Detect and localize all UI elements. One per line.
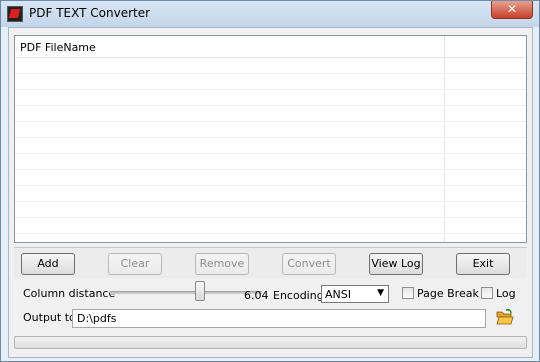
encoding-label: Encoding: [273, 289, 324, 302]
exit-button[interactable]: Exit: [456, 253, 510, 275]
encoding-selected-value: ANSI: [325, 288, 351, 301]
view-log-button[interactable]: View Log: [369, 253, 423, 275]
file-list[interactable]: PDF FileName: [14, 35, 527, 243]
row-gridline: [15, 217, 526, 218]
row-gridline: [15, 153, 526, 154]
button-bar: Add Clear Remove Convert View Log Exit: [14, 247, 527, 278]
row-gridline: [15, 105, 526, 106]
title-bar[interactable]: PDF TEXT Converter ✕: [1, 1, 539, 27]
page-break-checkbox[interactable]: [402, 287, 414, 299]
row-gridline: [15, 201, 526, 202]
convert-button[interactable]: Convert: [282, 253, 336, 275]
clear-button[interactable]: Clear: [108, 253, 162, 275]
app-icon: [7, 6, 23, 22]
output-path-input[interactable]: D:\pdfs: [72, 309, 486, 328]
encoding-select[interactable]: ANSI ▼: [321, 285, 389, 303]
remove-button[interactable]: Remove: [195, 253, 249, 275]
main-panel: PDF FileName Add Clear Remove Convert Vi…: [8, 27, 533, 358]
row-gridline: [15, 185, 526, 186]
column-distance-slider[interactable]: [110, 291, 262, 294]
row-gridline: [15, 121, 526, 122]
row-gridline: [15, 169, 526, 170]
column-distance-value: 6.04: [244, 289, 269, 302]
column-distance-label: Column distance: [23, 287, 116, 300]
row-gridline: [15, 89, 526, 90]
close-button[interactable]: ✕: [491, 1, 533, 19]
add-button[interactable]: Add: [21, 253, 75, 275]
file-list-header: PDF FileName: [15, 36, 526, 58]
app-window: PDF TEXT Converter ✕ PDF FileName Add Cl…: [0, 0, 540, 362]
output-to-label: Output to: [23, 311, 76, 324]
conversion-progress-bar: [14, 336, 527, 349]
log-label[interactable]: Log: [496, 287, 516, 300]
row-gridline: [15, 137, 526, 138]
output-path-value: D:\pdfs: [77, 312, 117, 325]
column-divider: [444, 36, 445, 242]
row-gridline: [15, 73, 526, 74]
log-checkbox[interactable]: [481, 287, 493, 299]
column-header-filename[interactable]: PDF FileName: [20, 41, 96, 54]
window-title: PDF TEXT Converter: [29, 6, 151, 20]
chevron-down-icon: ▼: [377, 288, 384, 298]
row-gridline: [15, 233, 526, 234]
column-distance-slider-thumb[interactable]: [195, 281, 206, 301]
open-folder-icon[interactable]: [496, 309, 514, 326]
page-break-label[interactable]: Page Break: [417, 287, 479, 300]
